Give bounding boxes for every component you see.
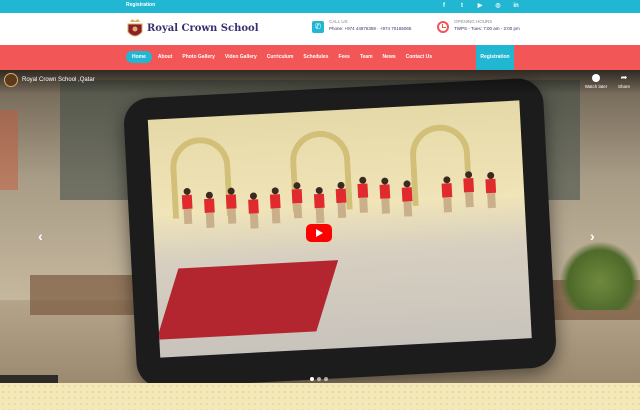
- facebook-icon[interactable]: f: [440, 2, 448, 10]
- social-links: f t ▶ ◎ in: [440, 2, 520, 10]
- students-group: [148, 100, 519, 229]
- share-button[interactable]: ➦ Share: [614, 73, 634, 90]
- nav-curriculum[interactable]: Curriculum: [263, 51, 298, 63]
- student-figure: [335, 181, 347, 219]
- channel-avatar[interactable]: [4, 73, 18, 87]
- tablet-device: [122, 77, 558, 383]
- content-section-background: [0, 375, 640, 410]
- student-figure: [181, 187, 193, 225]
- slider-prev-arrow-icon[interactable]: ‹: [38, 228, 43, 244]
- video-title-bar: Royal Crown School ,Qatar Watch later ➦ …: [0, 70, 640, 94]
- call-us-label: CALL US: [329, 19, 348, 24]
- student-figure: [401, 180, 413, 217]
- registration-link[interactable]: Registration: [126, 2, 155, 8]
- top-bar: Registration f t ▶ ◎ in: [0, 0, 640, 13]
- student-figure: [291, 182, 303, 219]
- slider-dot[interactable]: [324, 377, 328, 381]
- share-icon: ➦: [620, 73, 628, 82]
- slider-pagination: [310, 377, 328, 381]
- slider-next-arrow-icon[interactable]: ›: [590, 228, 595, 244]
- nav-news[interactable]: News: [379, 51, 400, 63]
- phone-numbers: Phone: +974 44876359 · +974 70165065: [329, 26, 412, 31]
- watch-later-label: Watch later: [584, 84, 608, 89]
- school-crest-logo[interactable]: [126, 18, 144, 40]
- watch-later-button[interactable]: Watch later: [584, 74, 608, 89]
- arch: [168, 135, 233, 219]
- student-figure: [248, 192, 260, 229]
- plant: [560, 240, 640, 310]
- youtube-icon[interactable]: ▶: [476, 2, 484, 10]
- phone-icon: ✆: [312, 21, 324, 33]
- student-figure: [357, 176, 369, 213]
- wall-decoration: [0, 110, 18, 190]
- header: Royal Crown School ✆ CALL US Phone: +974…: [0, 13, 640, 45]
- nav-schedules[interactable]: Schedules: [299, 51, 332, 63]
- slider-dot[interactable]: [310, 377, 314, 381]
- nav-fees[interactable]: Fees: [334, 51, 353, 63]
- nav-team[interactable]: Team: [356, 51, 377, 63]
- nav-video-gallery[interactable]: Video Gallery: [221, 51, 261, 63]
- student-figure: [463, 171, 475, 208]
- student-figure: [204, 191, 216, 228]
- clock-icon: [437, 21, 449, 33]
- student-figure: [313, 186, 326, 224]
- share-label: Share: [617, 84, 630, 89]
- twitter-icon[interactable]: t: [458, 2, 466, 10]
- instagram-icon[interactable]: ◎: [494, 2, 502, 10]
- student-figure: [485, 171, 497, 209]
- video-slider[interactable]: Royal Crown School ,Qatar Watch later ➦ …: [0, 70, 640, 383]
- overlay-strip: [0, 375, 58, 383]
- clock-icon: [592, 74, 600, 82]
- play-button[interactable]: [306, 224, 332, 242]
- student-figure: [379, 177, 391, 214]
- linkedin-icon[interactable]: in: [512, 2, 520, 10]
- video-title[interactable]: Royal Crown School ,Qatar: [22, 77, 95, 83]
- student-figure: [269, 187, 282, 224]
- nav-photo-gallery[interactable]: Photo Gallery: [178, 51, 219, 63]
- nav-home[interactable]: Home: [126, 51, 152, 63]
- slider-dot[interactable]: [317, 377, 321, 381]
- arch: [408, 123, 473, 207]
- nav-contact-us[interactable]: Contact Us: [402, 51, 436, 63]
- red-carpet: [156, 260, 339, 340]
- tablet-screen: [147, 100, 532, 358]
- student-figure: [225, 187, 237, 224]
- opening-hours-value: TWPS - Tues: 7:00 am - 2:00 pm: [454, 26, 520, 31]
- registration-button[interactable]: Registration: [476, 45, 514, 70]
- brand-name[interactable]: Royal Crown School: [147, 23, 259, 34]
- opening-hours-label: OPENING HOURS: [454, 19, 493, 24]
- main-nav: Home About Photo Gallery Video Gallery C…: [0, 45, 640, 70]
- student-figure: [441, 176, 453, 213]
- nav-about[interactable]: About: [154, 51, 176, 63]
